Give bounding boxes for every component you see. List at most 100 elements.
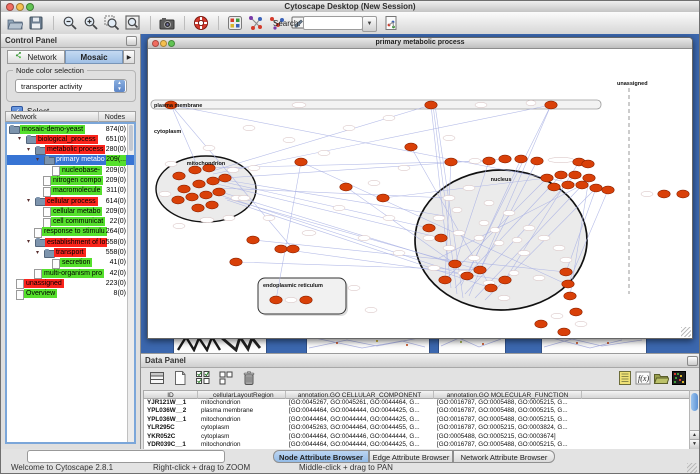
node-label[interactable] bbox=[200, 217, 214, 222]
tree-row-label[interactable]: nucleobase- bbox=[60, 166, 102, 175]
tab-network[interactable]: Network bbox=[7, 50, 65, 64]
network-tree-row[interactable]: secretion41(0) bbox=[7, 258, 134, 268]
open-folder-button[interactable] bbox=[7, 15, 23, 31]
node-label[interactable] bbox=[433, 215, 445, 220]
network-node[interactable] bbox=[535, 320, 547, 328]
network-node[interactable] bbox=[677, 190, 689, 198]
table-cell[interactable]: [GO:0016787, GO:0005488, GO:0005215, G..… bbox=[434, 407, 582, 415]
network-node[interactable] bbox=[287, 245, 299, 253]
scrollbar-thumb[interactable] bbox=[691, 393, 698, 411]
network-node[interactable] bbox=[425, 101, 437, 109]
network-node[interactable] bbox=[499, 276, 511, 284]
network-node[interactable] bbox=[541, 174, 553, 182]
snapshot-button[interactable] bbox=[159, 15, 175, 31]
node-label[interactable] bbox=[383, 215, 395, 220]
table-cell[interactable]: [GO:0044464, GO:0044444, GO:0044425, G..… bbox=[286, 407, 434, 415]
network-node[interactable] bbox=[213, 188, 225, 196]
network-node[interactable] bbox=[582, 160, 594, 168]
tree-row-label[interactable]: multi-organism pro bbox=[42, 269, 104, 278]
node-label[interactable] bbox=[475, 102, 487, 107]
node-label[interactable] bbox=[548, 157, 574, 162]
network-node[interactable] bbox=[499, 155, 511, 163]
network-node[interactable] bbox=[193, 180, 205, 188]
network-node[interactable] bbox=[515, 155, 527, 163]
network-tree-row[interactable]: mosaic-demo-yeast874(0) bbox=[7, 124, 134, 134]
network-node[interactable] bbox=[295, 158, 307, 166]
node-color-dropdown[interactable]: transporter activity ▲▼ bbox=[15, 79, 127, 93]
network-node[interactable] bbox=[377, 194, 389, 202]
network-node[interactable] bbox=[576, 181, 588, 189]
network-edge[interactable] bbox=[225, 159, 505, 178]
node-label[interactable] bbox=[509, 270, 519, 275]
tree-row-label[interactable]: biological_process bbox=[36, 135, 98, 144]
disclosure-triangle-icon[interactable]: ▾ bbox=[27, 145, 30, 155]
disclosure-triangle-icon[interactable]: ▾ bbox=[18, 134, 21, 144]
table-cell[interactable]: YJR121W__1 bbox=[144, 399, 198, 407]
node-label[interactable] bbox=[474, 235, 484, 240]
node-label[interactable] bbox=[468, 255, 480, 260]
node-label[interactable] bbox=[238, 195, 250, 200]
node-label[interactable] bbox=[333, 205, 345, 210]
table-row[interactable]: YPL036W__2plasma membrane[GO:0044464, GO… bbox=[144, 407, 690, 415]
attr-list-button[interactable] bbox=[617, 370, 633, 386]
table-cell[interactable]: YPL036W__2 bbox=[144, 407, 198, 415]
table-cell[interactable]: cytoplasm bbox=[198, 433, 286, 441]
network-node[interactable] bbox=[405, 143, 417, 151]
network-tree-row[interactable]: cell communicat22(0) bbox=[7, 217, 134, 227]
network-node[interactable] bbox=[590, 184, 602, 192]
tree-row-label[interactable]: nitrogen compo bbox=[51, 176, 103, 185]
network-tree-row[interactable]: ▾transport558(0) bbox=[7, 248, 134, 258]
node-label[interactable] bbox=[398, 165, 410, 170]
node-label[interactable] bbox=[518, 250, 530, 255]
tab-node-attribute-browser[interactable]: Node Attribute Browser bbox=[273, 450, 369, 463]
node-label[interactable] bbox=[526, 100, 536, 105]
search-dropdown-arrow[interactable]: ▼ bbox=[362, 16, 377, 32]
network-canvas[interactable]: plasma membranecytoplasmmitochondrionnuc… bbox=[149, 48, 691, 336]
table-cell[interactable]: [GO:0016787, GO:0005488, GO:0005215, G..… bbox=[434, 416, 582, 424]
table-cell[interactable]: [GO:0044464, GO:0044444, GO:0044425, G..… bbox=[286, 416, 434, 424]
trash-button[interactable] bbox=[241, 370, 257, 386]
network-node[interactable] bbox=[658, 190, 670, 198]
node-label[interactable] bbox=[292, 102, 306, 107]
disclosure-triangle-icon[interactable]: ▾ bbox=[27, 196, 30, 206]
app-resize-grip[interactable] bbox=[687, 463, 697, 473]
network-node[interactable] bbox=[562, 181, 574, 189]
network-node[interactable] bbox=[602, 186, 614, 194]
tree-row-label[interactable]: secretion bbox=[60, 258, 92, 267]
zoom-view-button[interactable] bbox=[168, 40, 175, 47]
disclosure-triangle-icon[interactable]: ▾ bbox=[36, 248, 39, 258]
close-view-button[interactable] bbox=[152, 40, 159, 47]
scroll-down-button[interactable]: ▼ bbox=[690, 439, 699, 449]
network-node[interactable] bbox=[531, 157, 543, 165]
node-label[interactable] bbox=[641, 191, 653, 196]
table-cell[interactable]: [GO:0016787, GO:0005215, GO:0003824, G..… bbox=[434, 424, 582, 432]
network-node[interactable] bbox=[583, 174, 595, 182]
network-node[interactable] bbox=[435, 234, 447, 242]
layout-a-button[interactable] bbox=[248, 15, 264, 31]
node-label[interactable] bbox=[551, 313, 563, 318]
network-edge[interactable] bbox=[209, 105, 431, 172]
tree-row-label[interactable]: unassigned bbox=[24, 279, 64, 288]
disclosure-triangle-icon[interactable]: ▾ bbox=[27, 237, 30, 247]
node-label[interactable] bbox=[560, 257, 572, 262]
help-ring-button[interactable] bbox=[193, 15, 209, 31]
node-label[interactable] bbox=[263, 215, 275, 220]
float-panel-icon[interactable] bbox=[687, 356, 698, 366]
network-node[interactable] bbox=[340, 183, 352, 191]
deselect-attrs-button[interactable] bbox=[218, 370, 234, 386]
network-tree-row[interactable]: ▾metabolic process280(0) bbox=[7, 145, 134, 155]
network-tree-row[interactable]: multi-organism pro42(0) bbox=[7, 268, 134, 278]
table-row[interactable]: YPL036W__1mitochondrion[GO:0044464, GO:0… bbox=[144, 416, 690, 424]
network-tree-row[interactable]: Overview8(0) bbox=[7, 289, 134, 299]
node-label[interactable] bbox=[428, 265, 440, 270]
table-cell[interactable]: [GO:0044464, GO:0044446, GO:0044444, G..… bbox=[286, 433, 434, 441]
tree-row-label[interactable]: cellular metabo bbox=[51, 207, 102, 216]
node-label[interactable] bbox=[523, 225, 535, 230]
network-node[interactable] bbox=[219, 174, 231, 182]
network-node[interactable] bbox=[564, 292, 576, 300]
node-label[interactable] bbox=[318, 150, 330, 155]
network-node[interactable] bbox=[275, 245, 287, 253]
network-node[interactable] bbox=[483, 157, 495, 165]
network-node[interactable] bbox=[189, 166, 201, 174]
network-node[interactable] bbox=[247, 236, 259, 244]
